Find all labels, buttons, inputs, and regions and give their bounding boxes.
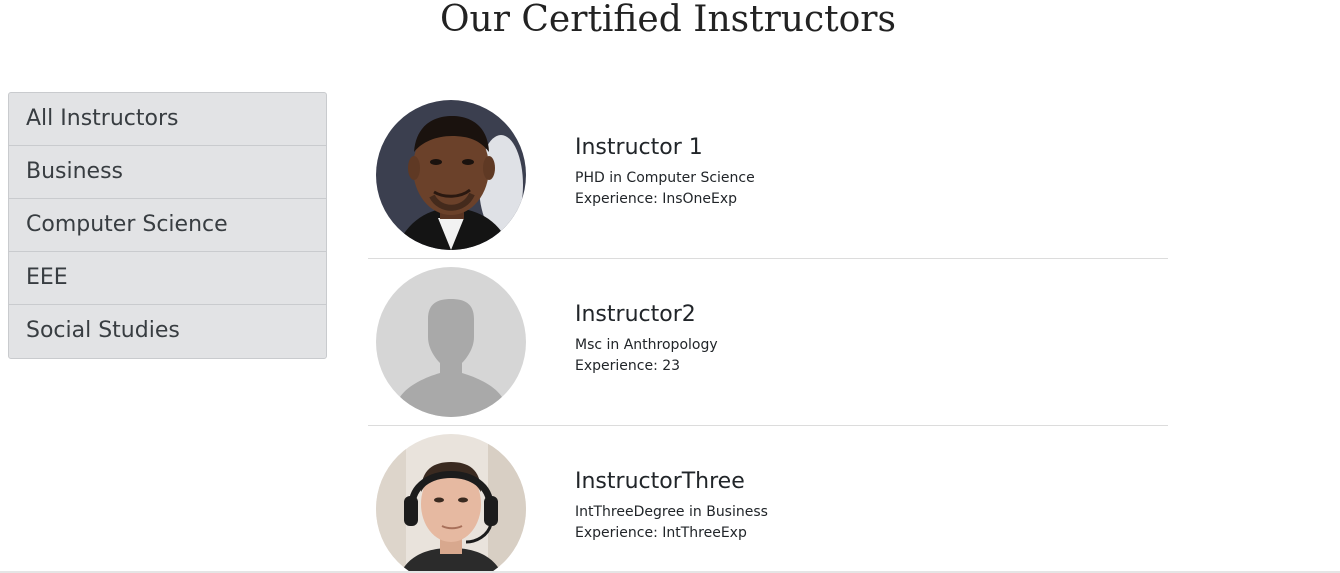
category-list: All Instructors Business Computer Scienc… bbox=[8, 92, 327, 359]
instructor-name: Instructor 1 bbox=[575, 135, 703, 160]
instructor-experience: Experience: IntThreeExp bbox=[575, 525, 747, 541]
category-item-social-studies[interactable]: Social Studies bbox=[9, 305, 326, 358]
instructor-card: Instructor2 Msc in Anthropology Experien… bbox=[368, 259, 1168, 426]
instructor-list: Instructor 1 PHD in Computer Science Exp… bbox=[368, 92, 1168, 573]
category-item-all-instructors[interactable]: All Instructors bbox=[9, 93, 326, 146]
instructor-card: InstructorThree IntThreeDegree in Busine… bbox=[368, 426, 1168, 573]
instructor-name: Instructor2 bbox=[575, 302, 696, 327]
instructor-name: InstructorThree bbox=[575, 469, 745, 494]
category-item-eee[interactable]: EEE bbox=[9, 252, 326, 305]
instructor-card: Instructor 1 PHD in Computer Science Exp… bbox=[368, 92, 1168, 259]
category-item-computer-science[interactable]: Computer Science bbox=[9, 199, 326, 252]
category-item-business[interactable]: Business bbox=[9, 146, 326, 199]
instructor-experience: Experience: InsOneExp bbox=[575, 191, 738, 207]
instructor-info: Instructor 1 PHD in Computer Science Exp… bbox=[575, 132, 755, 210]
instructor-degree: Msc in Anthropology bbox=[575, 337, 718, 353]
instructor-info: InstructorThree IntThreeDegree in Busine… bbox=[575, 466, 768, 544]
instructor-avatar-photo bbox=[376, 434, 526, 573]
instructor-degree: IntThreeDegree in Business bbox=[575, 504, 768, 520]
instructor-avatar-placeholder-icon bbox=[376, 267, 526, 417]
instructor-avatar-photo bbox=[376, 100, 526, 250]
instructor-info: Instructor2 Msc in Anthropology Experien… bbox=[575, 299, 718, 377]
instructor-experience: Experience: 23 bbox=[575, 358, 681, 374]
page-title: Our Certified Instructors bbox=[440, 0, 896, 40]
instructor-degree: PHD in Computer Science bbox=[575, 170, 755, 186]
